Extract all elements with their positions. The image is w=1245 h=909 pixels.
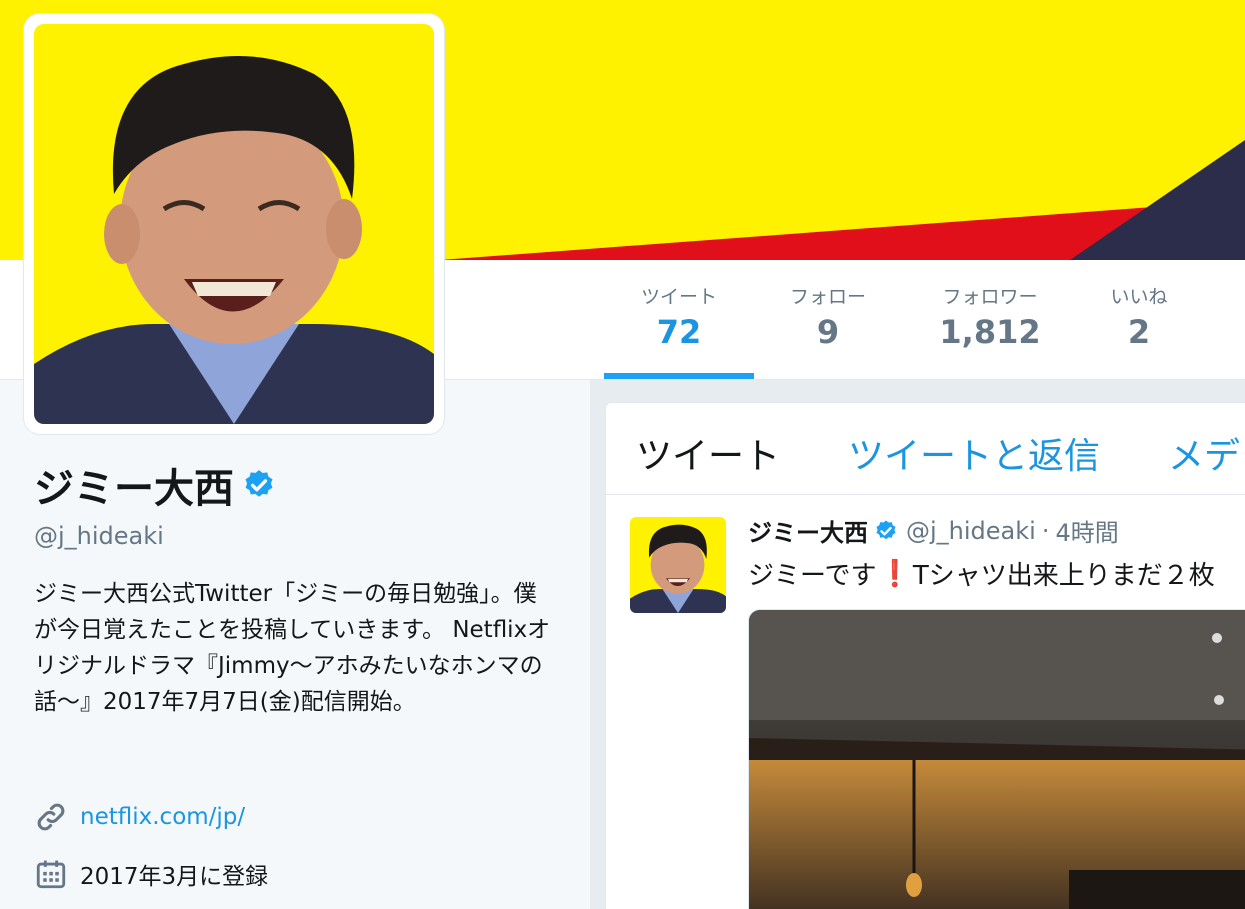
avatar-image: [34, 24, 434, 424]
tweet-text-part2: Tシャツ出来上りまだ２枚: [912, 561, 1215, 591]
profile-joined-date: 2017年3月に登録: [80, 864, 269, 890]
calendar-icon: [36, 860, 66, 889]
tweet-photo: [749, 610, 1245, 909]
timeline: ツイート ツイートと返信 メデ ジミー大西 @j_hideaki · 4時間 ジ…: [605, 402, 1245, 909]
timeline-tabs: ツイート ツイートと返信 メデ: [606, 403, 1245, 495]
tweet-media-photo[interactable]: [748, 609, 1245, 909]
profile-name[interactable]: ジミー大西: [34, 456, 234, 514]
tweet-header: ジミー大西 @j_hideaki · 4時間: [748, 513, 1119, 548]
link-icon: [37, 803, 65, 831]
stat-followers[interactable]: フォロワー 1,812: [920, 284, 1060, 354]
stat-following-value: 9: [816, 313, 840, 351]
profile-handle[interactable]: @j_hideaki: [34, 522, 164, 550]
tweet-avatar[interactable]: [630, 517, 726, 613]
tweet-separator: ·: [1041, 516, 1050, 545]
stat-followers-value: 1,812: [939, 313, 1041, 351]
tweet-author-name[interactable]: ジミー大西: [748, 513, 868, 548]
profile-avatar[interactable]: [24, 14, 444, 434]
profile-url-row: netflix.com/jp/: [34, 800, 245, 834]
profile-bio: ジミー大西公式Twitter「ジミーの毎日勉強」。僕が今日覚えたことを投稿してい…: [34, 581, 551, 715]
verified-badge-icon: [245, 470, 273, 497]
profile-name-row: ジミー大西: [34, 456, 276, 514]
tab-media[interactable]: メデ: [1168, 427, 1240, 479]
verified-badge-icon: [876, 520, 896, 539]
tweet-timestamp[interactable]: 4時間: [1055, 513, 1118, 548]
profile-url-link[interactable]: netflix.com/jp/: [80, 804, 245, 830]
stat-likes[interactable]: いいね 2: [1090, 284, 1188, 354]
stat-following-label: フォロー: [789, 286, 866, 308]
profile-joined-row: 2017年3月に登録: [34, 857, 268, 891]
stat-followers-label: フォロワー: [942, 286, 1038, 308]
tweet-text-part1: ジミーです: [748, 561, 877, 591]
exclamation-icon: ❗: [878, 558, 911, 589]
stat-following[interactable]: フォロー 9: [770, 284, 886, 354]
stat-tweets-label: ツイート: [640, 286, 717, 308]
stat-likes-label: いいね: [1110, 286, 1168, 308]
stat-tweets-value: 72: [656, 313, 702, 351]
tweet-text: ジミーです ❗ Tシャツ出来上りまだ２枚: [748, 555, 1215, 592]
stat-tweets[interactable]: ツイート 72: [620, 284, 738, 354]
tab-tweets[interactable]: ツイート: [636, 427, 780, 479]
tweet-avatar-image: [630, 517, 726, 613]
tab-tweets-and-replies[interactable]: ツイートと返信: [848, 427, 1100, 479]
tweet-item[interactable]: ジミー大西 @j_hideaki · 4時間 ジミーです ❗ Tシャツ出来上りま…: [606, 495, 1245, 909]
active-stat-indicator: [604, 373, 754, 379]
stat-likes-value: 2: [1127, 313, 1151, 351]
tweet-author-handle[interactable]: @j_hideaki: [906, 517, 1036, 545]
